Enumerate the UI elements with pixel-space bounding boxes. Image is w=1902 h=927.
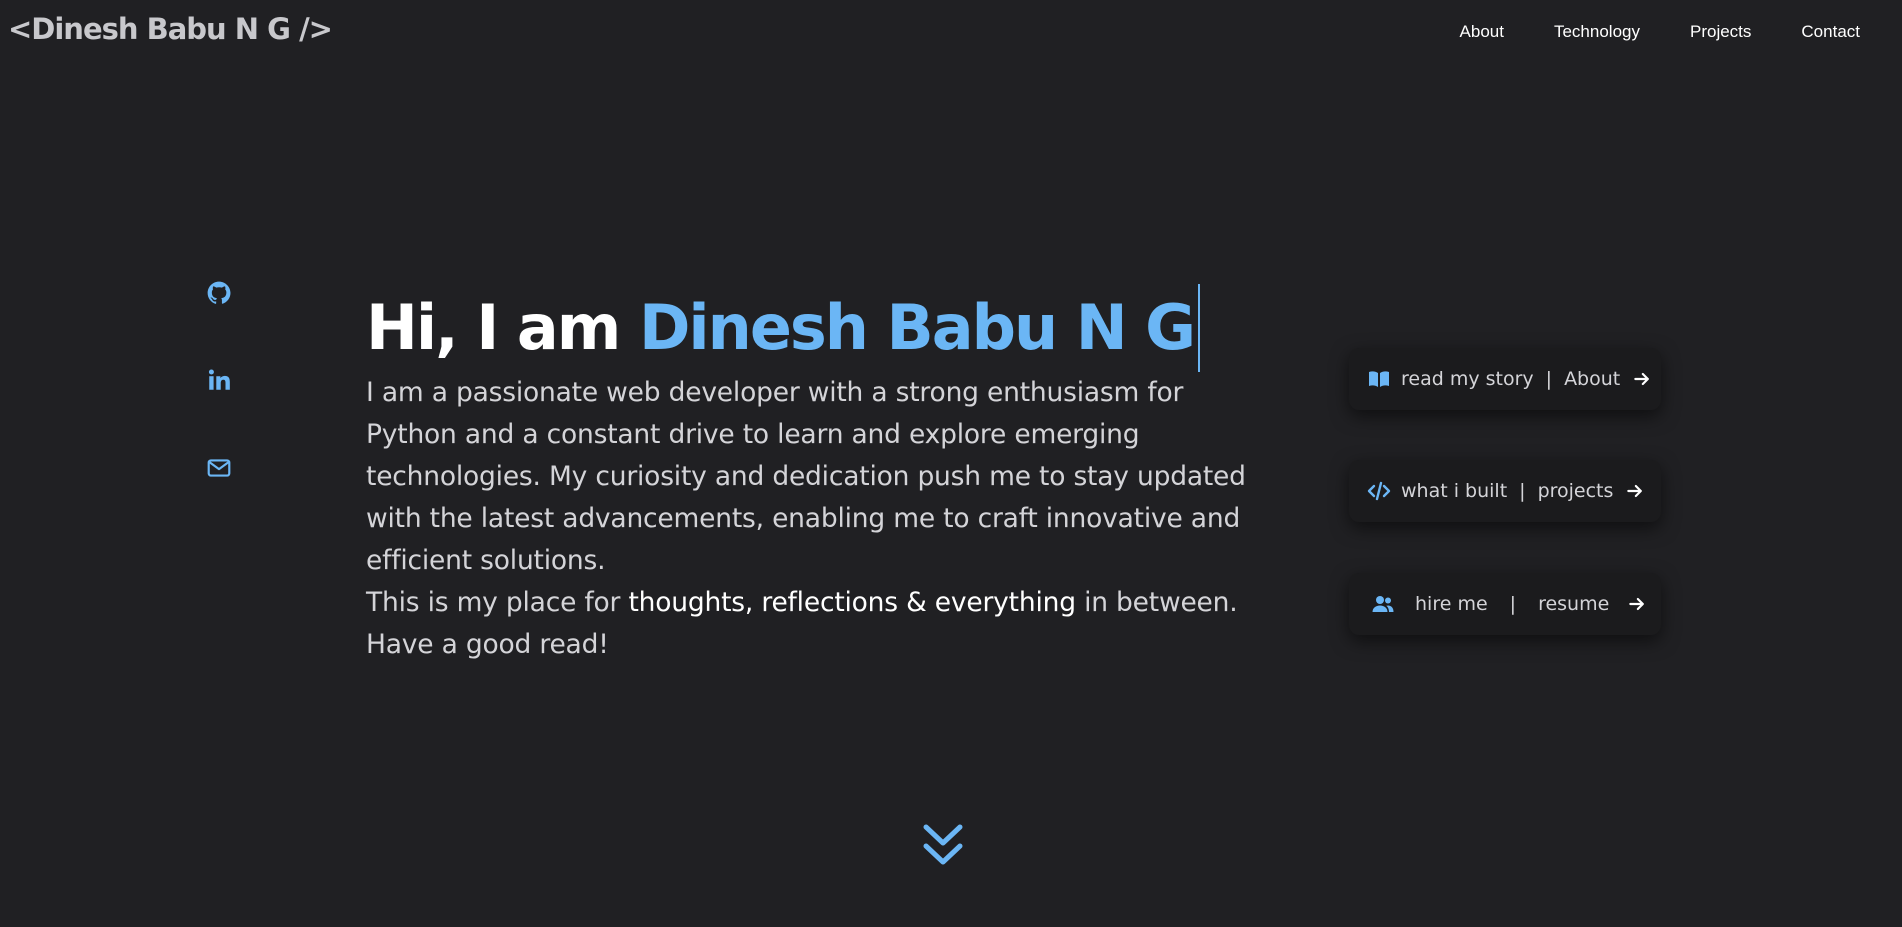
card-label-right: resume [1538, 593, 1610, 615]
nav-about[interactable]: About [1460, 22, 1504, 42]
card-label-right: projects [1537, 480, 1614, 502]
site-logo[interactable]: <Dinesh Babu N G /> [8, 12, 333, 46]
book-icon [1367, 367, 1391, 391]
place-prefix: This is my place for [366, 587, 629, 618]
nav-contact[interactable]: Contact [1801, 22, 1860, 42]
typing-caret [1198, 284, 1201, 372]
main-nav: About Technology Projects Contact [1410, 22, 1860, 42]
card-label-left: what i built [1401, 480, 1508, 502]
arrow-right-icon [1627, 594, 1647, 614]
linkedin-icon[interactable] [206, 367, 232, 393]
hero-title: Hi, I am Dinesh Babu N G [366, 284, 1201, 376]
read-story-card[interactable]: read my story | About [1349, 348, 1661, 410]
card-separator: | [1519, 480, 1526, 502]
card-separator: | [1545, 368, 1553, 390]
card-label-left: read my story [1401, 368, 1534, 390]
github-icon[interactable] [206, 280, 232, 306]
nav-technology[interactable]: Technology [1554, 22, 1640, 42]
card-label-left: hire me [1415, 593, 1488, 615]
highlighted-phrase: thoughts, reflections & everything [628, 587, 1076, 618]
intro-text: I am a passionate web developer with a s… [366, 377, 1246, 576]
mail-icon[interactable] [206, 455, 232, 481]
hire-me-card[interactable]: hire me | resume [1349, 573, 1661, 635]
arrow-right-icon [1632, 369, 1652, 389]
arrow-right-icon [1625, 481, 1645, 501]
site-header: <Dinesh Babu N G /> About Technology Pro… [0, 0, 1902, 64]
chevron-double-down-icon[interactable] [921, 822, 965, 868]
hero-description: I am a passionate web developer with a s… [366, 372, 1246, 666]
card-separator: | [1509, 593, 1517, 615]
users-icon [1371, 592, 1395, 616]
code-icon [1367, 479, 1391, 503]
what-i-built-card[interactable]: what i built | projects [1349, 460, 1661, 522]
card-label-right: About [1564, 368, 1621, 390]
nav-projects[interactable]: Projects [1690, 22, 1751, 42]
hero-name: Dinesh Babu N G [638, 291, 1196, 365]
hero-greeting: Hi, I am [366, 291, 639, 365]
